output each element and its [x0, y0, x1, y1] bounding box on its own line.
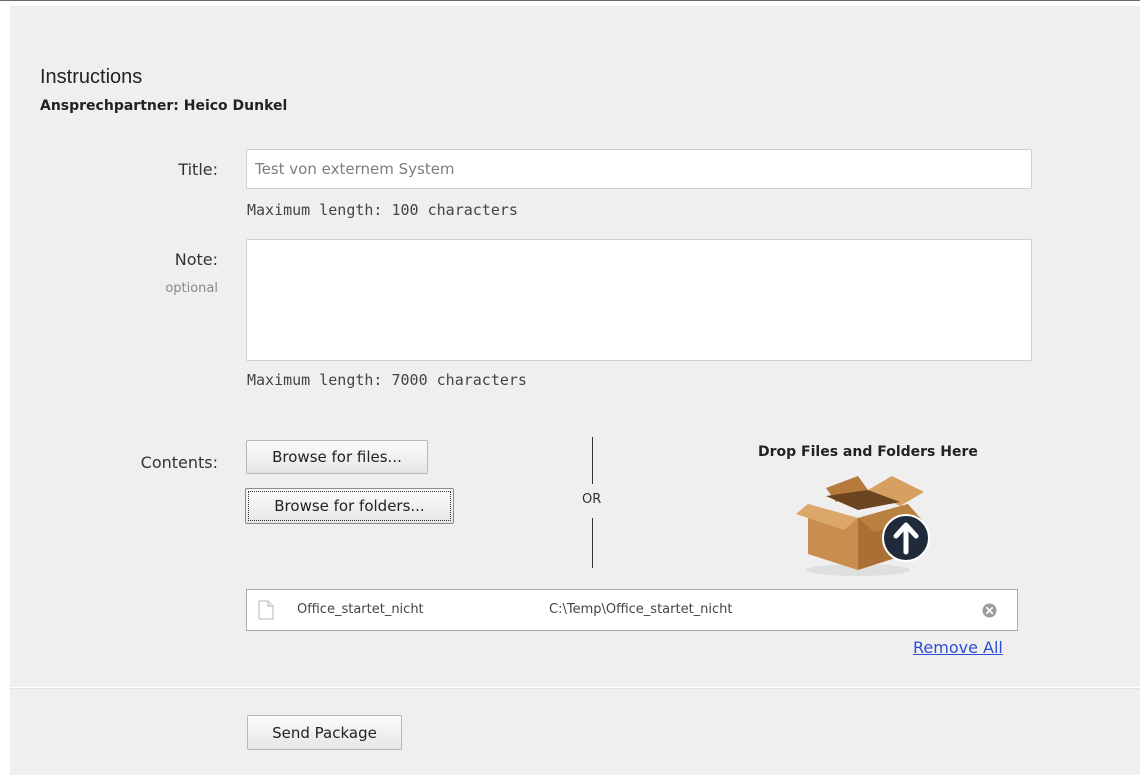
title-label: Title: [178, 160, 218, 179]
file-list: Office_startet_nicht C:\Temp\Office_star… [246, 589, 1018, 631]
drop-zone-title: Drop Files and Folders Here [758, 444, 978, 460]
browse-files-button[interactable]: Browse for files... [246, 440, 428, 474]
or-separator: OR [582, 492, 602, 507]
contact-person: Ansprechpartner: Heico Dunkel [40, 98, 288, 114]
or-divider-bottom [592, 518, 593, 568]
box-upload-icon[interactable] [796, 466, 938, 578]
note-optional-label: optional [165, 281, 218, 296]
note-textarea[interactable] [246, 239, 1032, 361]
page-title: Instructions [40, 66, 143, 88]
contents-label: Contents: [140, 453, 218, 472]
send-package-button[interactable]: Send Package [247, 715, 402, 750]
footer-bar [10, 688, 1140, 775]
note-hint: Maximum length: 7000 characters [247, 371, 527, 389]
remove-circle-icon[interactable] [982, 603, 997, 618]
title-hint: Maximum length: 100 characters [247, 201, 518, 219]
title-input[interactable] [246, 149, 1032, 189]
top-rule [0, 0, 1140, 1]
file-icon [258, 600, 274, 620]
or-divider-top [592, 437, 593, 484]
file-path: C:\Temp\Office_startet_nicht [549, 602, 733, 617]
file-name: Office_startet_nicht [297, 602, 424, 617]
note-label: Note: [174, 250, 218, 269]
remove-all-link[interactable]: Remove All [913, 638, 1003, 657]
browse-folders-button[interactable]: Browse for folders... [245, 488, 454, 524]
